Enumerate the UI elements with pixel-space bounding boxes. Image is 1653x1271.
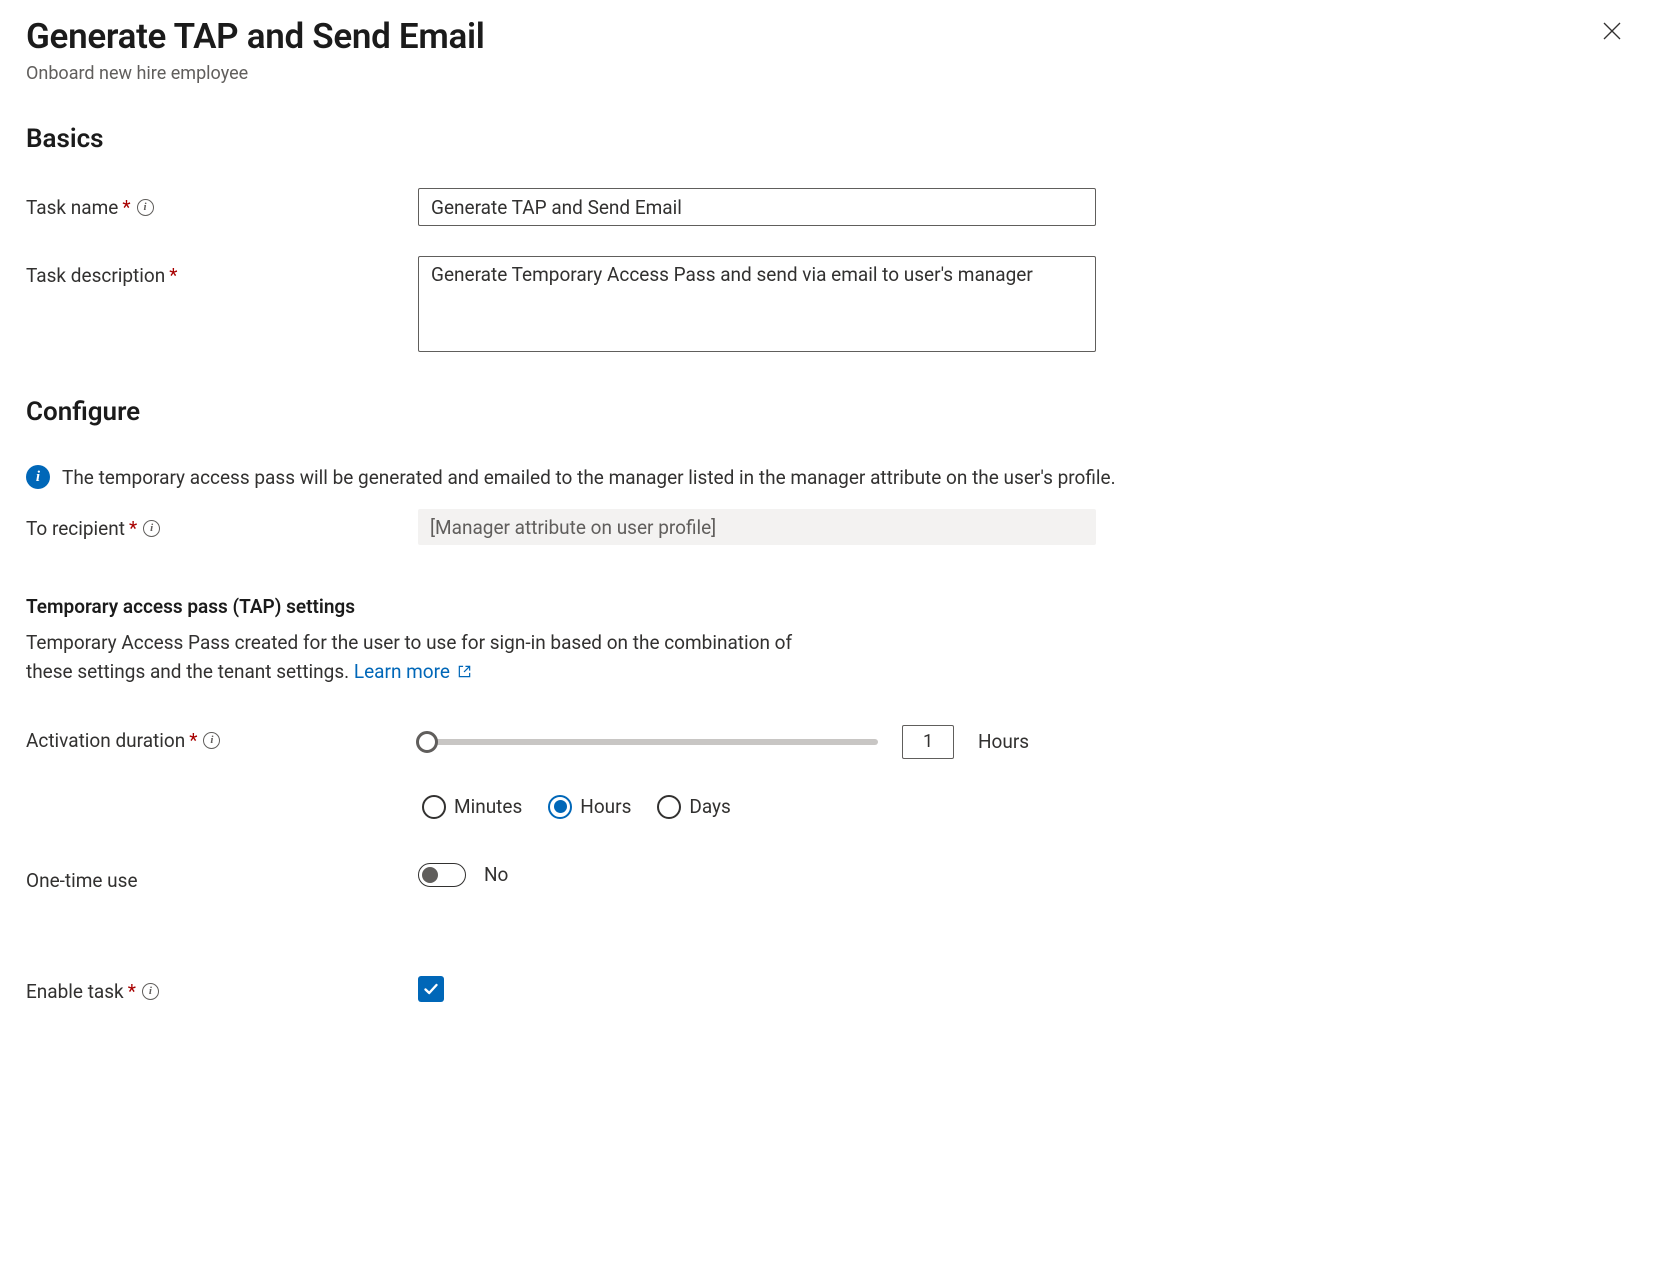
radio-icon — [657, 795, 681, 819]
enable-task-label: Enable task — [26, 980, 124, 1003]
learn-more-link[interactable]: Learn more — [354, 660, 472, 683]
info-banner-text: The temporary access pass will be genera… — [62, 466, 1116, 489]
radio-hours[interactable]: Hours — [548, 795, 631, 819]
info-icon[interactable]: i — [137, 199, 154, 216]
radio-icon — [548, 795, 572, 819]
activation-duration-value[interactable] — [902, 725, 954, 759]
page-subtitle: Onboard new hire employee — [26, 63, 485, 84]
enable-task-checkbox[interactable] — [418, 976, 444, 1002]
toggle-knob — [422, 867, 438, 883]
to-recipient-label: To recipient — [26, 517, 125, 540]
close-icon — [1601, 20, 1623, 42]
required-marker: * — [128, 980, 136, 1003]
task-name-label: Task name — [26, 196, 118, 219]
radio-days[interactable]: Days — [657, 795, 730, 819]
tap-settings-heading: Temporary access pass (TAP) settings — [26, 595, 1627, 618]
one-time-use-state: No — [484, 863, 508, 886]
task-name-input[interactable] — [418, 188, 1096, 226]
info-badge-icon: i — [26, 465, 50, 489]
activation-duration-slider[interactable] — [418, 739, 878, 745]
radio-label: Days — [689, 795, 730, 818]
required-marker: * — [169, 264, 177, 287]
info-icon[interactable]: i — [142, 983, 159, 1000]
task-description-input[interactable]: Generate Temporary Access Pass and send … — [418, 256, 1096, 352]
one-time-use-label: One-time use — [26, 869, 138, 892]
page-title: Generate TAP and Send Email — [26, 16, 485, 57]
external-link-icon — [457, 664, 472, 679]
close-button[interactable] — [1597, 16, 1627, 46]
required-marker: * — [129, 517, 137, 540]
duration-unit-radio-group: Minutes Hours Days — [422, 795, 1627, 819]
required-marker: * — [189, 729, 197, 752]
one-time-use-toggle[interactable] — [418, 863, 466, 887]
radio-icon — [422, 795, 446, 819]
basics-heading: Basics — [26, 124, 1627, 154]
to-recipient-field: [Manager attribute on user profile] — [418, 509, 1096, 545]
task-description-label: Task description — [26, 264, 165, 287]
activation-duration-unit: Hours — [978, 730, 1029, 753]
check-icon — [422, 980, 440, 998]
tap-settings-description: Temporary Access Pass created for the us… — [26, 628, 816, 687]
configure-heading: Configure — [26, 397, 1627, 427]
required-marker: * — [122, 196, 130, 219]
radio-label: Minutes — [454, 795, 522, 818]
radio-minutes[interactable]: Minutes — [422, 795, 522, 819]
radio-label: Hours — [580, 795, 631, 818]
activation-duration-label: Activation duration — [26, 729, 185, 752]
slider-thumb[interactable] — [416, 731, 438, 753]
info-icon[interactable]: i — [143, 520, 160, 537]
info-icon[interactable]: i — [203, 732, 220, 749]
